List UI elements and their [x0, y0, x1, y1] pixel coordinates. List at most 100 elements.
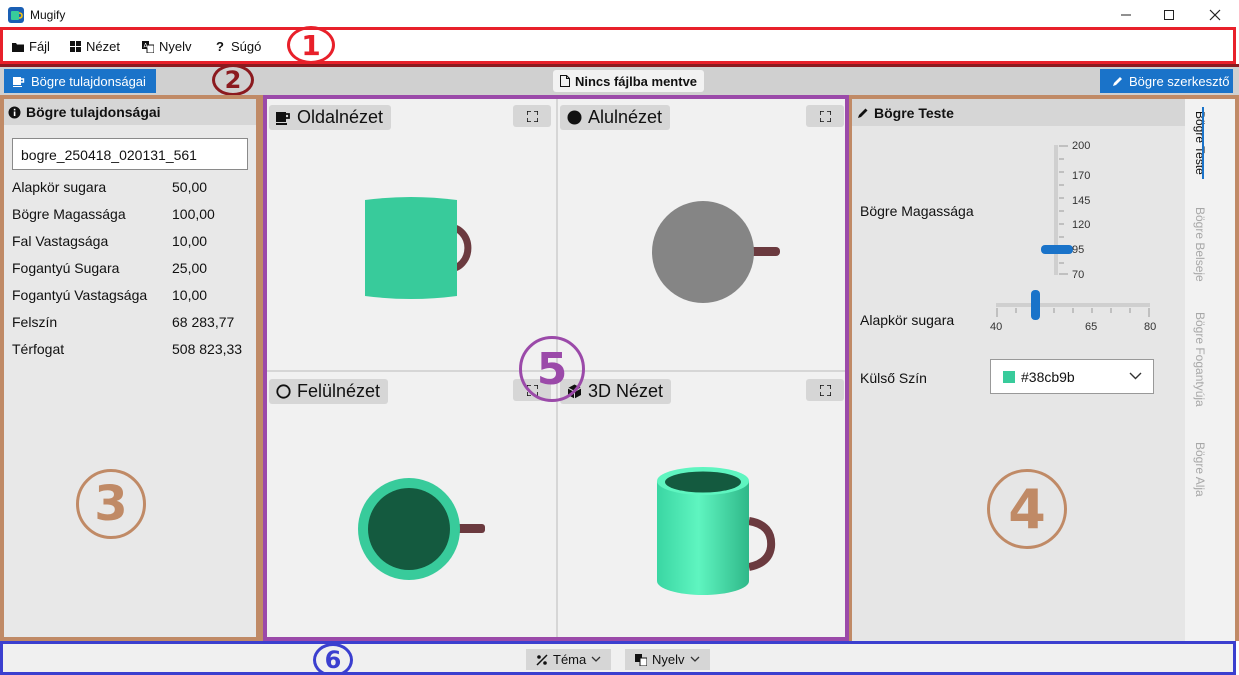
property-label: Bögre Magassága — [12, 206, 126, 222]
status-bar: Téma Nyelv — [0, 641, 1236, 675]
mug-name-field[interactable]: bogre_250418_020131_561 — [12, 138, 248, 170]
theme-icon — [536, 653, 548, 666]
annotation-5: 5 — [519, 336, 585, 402]
editor-title: Bögre Teste — [874, 104, 954, 121]
property-row: Felszín 68 283,77 — [12, 314, 252, 334]
question-icon: ? — [216, 39, 224, 54]
chevron-down-icon — [1129, 372, 1142, 380]
mug-icon — [276, 111, 290, 125]
property-label: Fal Vastagsága — [12, 233, 109, 249]
pencil-icon — [858, 108, 868, 118]
mug-top-render — [358, 478, 485, 580]
annotation-3: 3 — [76, 469, 146, 539]
annotation-6: 6 — [313, 643, 353, 675]
info-icon — [8, 106, 21, 118]
tab-mug-inside[interactable]: Bögre Belseje — [1193, 207, 1207, 282]
property-row: Fogantyú Vastagsága 10,00 — [12, 287, 252, 307]
views-area: Oldalnézet Alulnézet Felülnézet 3D Nézet… — [260, 95, 852, 641]
menu-item-file[interactable]: Fájl — [12, 39, 50, 54]
expand-view-button[interactable] — [513, 105, 551, 127]
editor-panel: Bögre Teste Bögre Magassága 200 170 145 … — [852, 95, 1239, 641]
property-label: Felszín — [12, 314, 58, 330]
view-label-side: Oldalnézet — [269, 105, 392, 130]
expand-icon — [526, 110, 538, 122]
mug-editor-button[interactable]: Bögre szerkesztő — [1100, 69, 1233, 93]
property-label: Alapkör sugara — [12, 179, 107, 195]
radius-tick-label: 65 — [1085, 321, 1098, 333]
menu-item-language[interactable]: A Nyelv — [142, 39, 192, 54]
mug-side-render — [365, 197, 472, 299]
mug-3d-render — [657, 467, 776, 595]
properties-title: Bögre tulajdonságai — [26, 104, 161, 120]
app-logo-icon — [8, 7, 24, 23]
property-value: 100,00 — [172, 206, 215, 222]
file-icon — [559, 75, 570, 87]
tab-mug-body[interactable]: Bögre Teste — [1193, 111, 1207, 175]
toolbar: Bögre tulajdonságai Nincs fájlba mentve … — [0, 64, 1239, 95]
properties-panel-label: Bögre tulajdonságai — [31, 73, 146, 89]
active-tab-indicator — [1202, 107, 1204, 179]
view-title: Felülnézet — [297, 381, 381, 401]
expand-icon — [819, 110, 831, 122]
pencil-icon — [1113, 76, 1122, 86]
title-bar: Mugify — [0, 0, 1239, 30]
editor-tabs: Bögre Teste Bögre Belseje Bögre Fogantyú… — [1185, 99, 1235, 641]
mug-editor-label: Bögre szerkesztő — [1129, 73, 1230, 89]
radius-label: Alapkör sugara — [860, 312, 955, 328]
property-row: Térfogat 508 823,33 — [12, 341, 252, 361]
outer-color-select[interactable]: #38cb9b — [990, 359, 1154, 394]
menu-item-help[interactable]: ? Súgó — [214, 39, 261, 54]
filled-circle-icon — [567, 110, 582, 125]
properties-panel-button[interactable]: Bögre tulajdonságai — [4, 69, 156, 93]
height-tick-label: 145 — [1072, 195, 1091, 207]
expand-view-button[interactable] — [806, 379, 844, 401]
minimize-button[interactable] — [1103, 0, 1149, 30]
tab-mug-bottom[interactable]: Bögre Alja — [1193, 442, 1207, 497]
annotation-2: 2 — [212, 64, 254, 96]
menu-item-view[interactable]: Nézet — [69, 39, 120, 54]
property-row: Alapkör sugara 50,00 — [12, 179, 252, 199]
height-tick-label: 170 — [1072, 170, 1091, 182]
save-status-text: Nincs fájlba mentve — [574, 73, 698, 89]
expand-view-button[interactable] — [806, 105, 844, 127]
menu-item-label: Súgó — [231, 39, 262, 54]
property-value: 10,00 — [172, 287, 208, 303]
property-value: 10,00 — [172, 233, 208, 249]
view-label-bottom: Alulnézet — [560, 105, 671, 130]
translate-icon: A — [142, 40, 154, 53]
properties-header: Bögre tulajdonságai — [4, 99, 256, 125]
menu-item-label: Nyelv — [159, 39, 192, 54]
radius-tick-label: 40 — [990, 321, 1003, 333]
height-slider-thumb[interactable] — [1041, 245, 1073, 254]
color-label: Külső Szín — [860, 370, 927, 386]
view-title: 3D Nézet — [588, 381, 664, 401]
property-label: Térfogat — [12, 341, 65, 357]
height-tick-label: 120 — [1072, 219, 1091, 231]
chevron-down-icon — [690, 656, 699, 662]
chevron-down-icon — [591, 656, 601, 662]
annotation-4: 4 — [987, 469, 1067, 549]
radius-slider-thumb[interactable] — [1030, 290, 1040, 320]
properties-panel: Bögre tulajdonságai bogre_250418_020131_… — [0, 95, 260, 641]
menu-item-label: Nézet — [86, 39, 120, 54]
grid-icon — [69, 41, 81, 53]
radius-slider-track — [996, 303, 1150, 307]
tab-mug-handle[interactable]: Bögre Fogantyúja — [1193, 312, 1207, 407]
color-swatch — [1003, 370, 1015, 383]
expand-icon — [819, 384, 831, 396]
folder-icon — [12, 41, 24, 53]
window-title: Mugify — [30, 8, 66, 22]
view-title: Alulnézet — [588, 107, 663, 127]
save-status-badge: Nincs fájlba mentve — [553, 70, 704, 92]
theme-label: Téma — [553, 652, 587, 667]
close-button[interactable] — [1192, 0, 1238, 30]
property-label: Fogantyú Sugara — [12, 260, 120, 276]
maximize-button[interactable] — [1146, 0, 1192, 30]
language-dropdown[interactable]: Nyelv — [625, 649, 710, 670]
close-icon — [1209, 9, 1221, 21]
radius-slider-ticks — [996, 308, 1150, 317]
mug-icon — [13, 76, 25, 87]
property-row: Bögre Magassága 100,00 — [12, 206, 252, 226]
theme-dropdown[interactable]: Téma — [526, 649, 612, 670]
editor-header: Bögre Teste — [852, 99, 1185, 126]
